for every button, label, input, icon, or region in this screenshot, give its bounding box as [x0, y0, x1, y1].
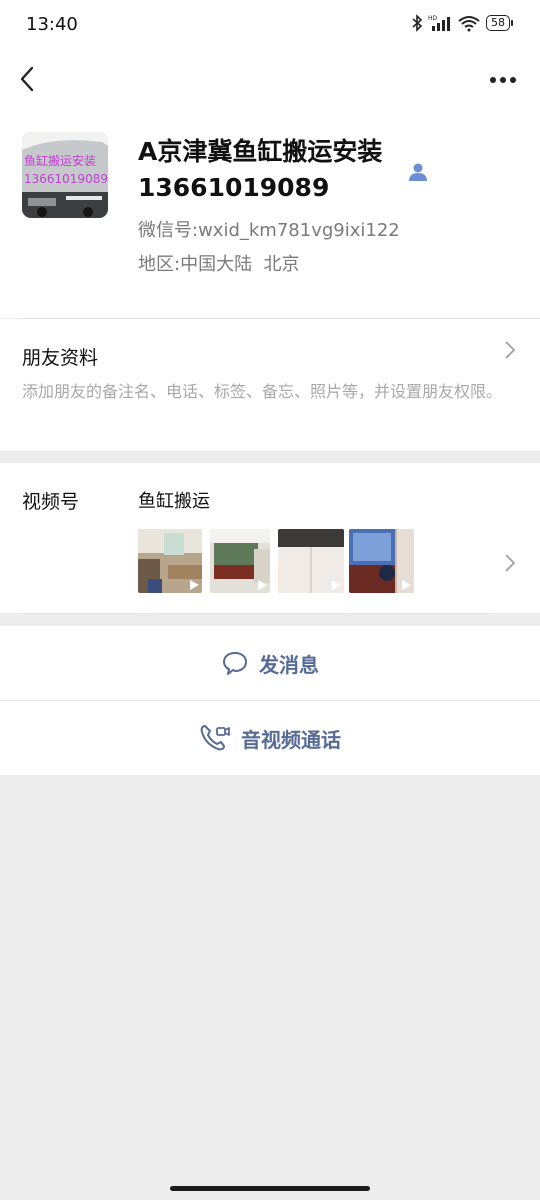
avatar[interactable]: 鱼缸搬运安装 13661019089	[22, 132, 108, 218]
channels-label: 视频号	[22, 491, 80, 513]
play-icon	[190, 580, 199, 590]
av-call-label: 音视频通话	[241, 727, 341, 752]
wechat-id-value: wxid_km781vg9ixi122	[198, 220, 400, 241]
status-bar: 13:40 HD 58	[0, 0, 540, 50]
channel-thumbnail[interactable]	[138, 529, 202, 593]
wechat-id-label: 微信号:	[138, 220, 199, 241]
region-label: 地区:	[138, 254, 181, 275]
status-icons: HD 58	[411, 14, 513, 32]
channels-row[interactable]: 视频号 鱼缸搬运	[0, 463, 540, 613]
more-button[interactable]	[486, 64, 522, 96]
friend-info-row[interactable]: 朋友资料 添加朋友的备注名、电话、标签、备忘、照片等，并设置朋友权限。	[0, 319, 540, 451]
bluetooth-icon	[412, 14, 423, 32]
av-call-button[interactable]: 音视频通话	[0, 701, 540, 775]
wifi-icon	[458, 16, 480, 32]
avatar-text-line1: 鱼缸搬运安装	[24, 154, 97, 168]
chevron-right-icon	[505, 554, 516, 572]
region-value: 中国大陆 北京	[180, 254, 300, 275]
status-time: 13:40	[26, 14, 78, 35]
home-indicator[interactable]	[170, 1186, 370, 1191]
play-icon	[332, 580, 341, 590]
divider	[22, 613, 490, 614]
signal-icon: HD	[428, 15, 450, 31]
nav-bar	[0, 50, 540, 108]
chevron-right-icon	[505, 341, 516, 359]
play-icon	[402, 580, 411, 590]
channel-thumbnail[interactable]	[349, 529, 414, 593]
send-message-label: 发消息	[259, 652, 319, 677]
contact-nickname: A京津冀鱼缸搬运安装13661019089	[138, 137, 383, 202]
back-button[interactable]	[14, 60, 54, 100]
profile-header: 鱼缸搬运安装 13661019089 A京津冀鱼缸搬运安装13661019089…	[0, 108, 540, 318]
battery-indicator: 58	[486, 15, 513, 31]
channel-thumbnail[interactable]	[278, 529, 344, 593]
friend-info-description: 添加朋友的备注名、电话、标签、备忘、照片等，并设置朋友权限。	[22, 382, 503, 401]
channels-name: 鱼缸搬运	[138, 491, 210, 512]
send-message-button[interactable]: 发消息	[0, 626, 540, 700]
more-dots-icon	[490, 77, 516, 83]
back-arrow-icon	[20, 66, 34, 92]
region-row: 地区:中国大陆 北京	[138, 250, 300, 276]
play-icon	[258, 580, 267, 590]
channel-thumbnail[interactable]	[210, 529, 270, 593]
video-call-icon	[200, 725, 230, 751]
avatar-text-line2: 13661019089	[24, 172, 108, 186]
contact-person-icon	[409, 163, 427, 181]
chat-bubble-icon	[223, 652, 247, 675]
friend-info-title: 朋友资料	[22, 347, 99, 369]
svg-text:HD: HD	[428, 15, 438, 22]
wechat-id-row: 微信号:wxid_km781vg9ixi122	[138, 216, 400, 242]
